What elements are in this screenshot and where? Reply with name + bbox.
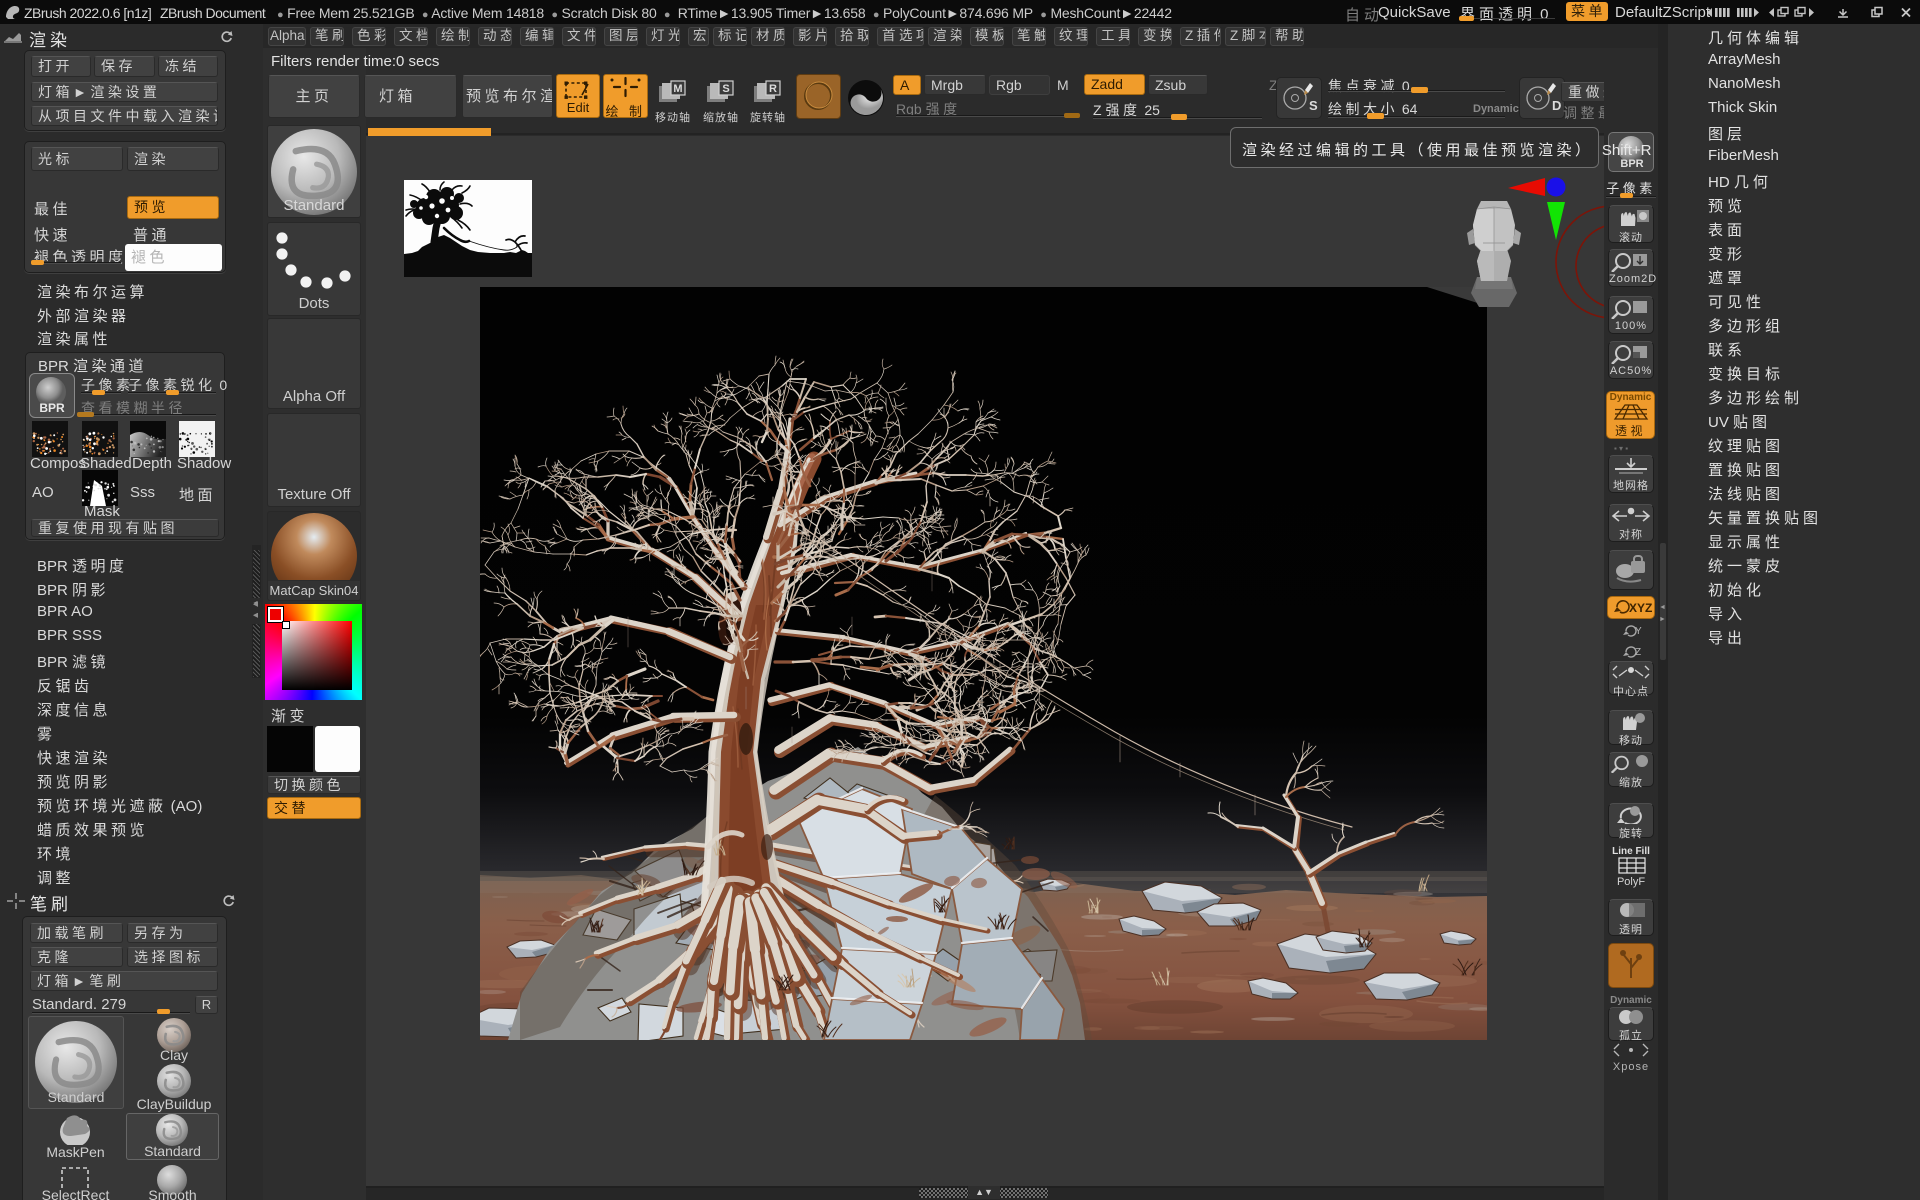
svg-text:BPR: BPR — [39, 401, 65, 415]
svg-text:Y: Y — [1635, 626, 1642, 637]
svg-text:Edit: Edit — [567, 100, 590, 115]
svg-text:R: R — [769, 83, 777, 95]
svg-text:S: S — [1309, 98, 1318, 113]
svg-text:XYZ: XYZ — [1629, 601, 1652, 615]
svg-text:S: S — [722, 83, 729, 95]
svg-text:Z: Z — [1635, 647, 1641, 658]
svg-text:D: D — [1552, 98, 1561, 113]
svg-text:M: M — [673, 83, 682, 95]
